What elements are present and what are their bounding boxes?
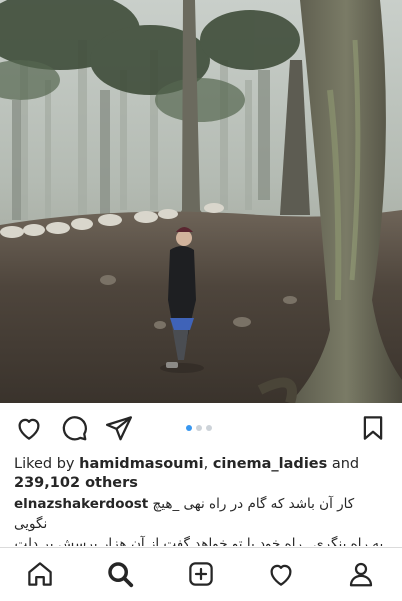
person-icon[interactable] [346, 559, 376, 589]
forest-scene-image [0, 0, 402, 403]
post-photo[interactable] [0, 0, 402, 403]
post-action-bar [0, 403, 402, 453]
likes-others-link[interactable]: 239,102 others [14, 475, 138, 491]
caption-username[interactable]: elnazshakerdoost [14, 496, 148, 512]
liker-link-1[interactable]: hamidmasoumi [79, 456, 203, 472]
liker-link-2[interactable]: cinema_ladies [213, 456, 327, 472]
home-icon[interactable] [25, 559, 55, 589]
likes-separator: , [203, 456, 213, 472]
heart-outline-icon[interactable] [14, 413, 44, 443]
carousel-dot [206, 425, 212, 431]
bottom-navigation [0, 547, 402, 601]
plus-square-icon[interactable] [186, 559, 216, 589]
carousel-dot [196, 425, 202, 431]
paper-plane-icon[interactable] [104, 413, 134, 443]
bookmark-icon[interactable] [358, 413, 388, 443]
likes-summary: Liked by hamidmasoumi, cinema_ladies and… [14, 455, 394, 493]
heart-icon[interactable] [266, 559, 296, 589]
search-icon[interactable] [105, 559, 135, 589]
likes-prefix: Liked by [14, 456, 80, 472]
caption-text-line2: _به راه بنگری _راه خود با تو خواهد گفت ا… [14, 536, 390, 546]
likes-connector: and [327, 456, 360, 472]
post-caption: elnazshakerdoost کار آن باشد که گام در ر… [14, 494, 390, 546]
comment-bubble-icon[interactable] [59, 413, 89, 443]
carousel-dot-active [186, 425, 192, 431]
